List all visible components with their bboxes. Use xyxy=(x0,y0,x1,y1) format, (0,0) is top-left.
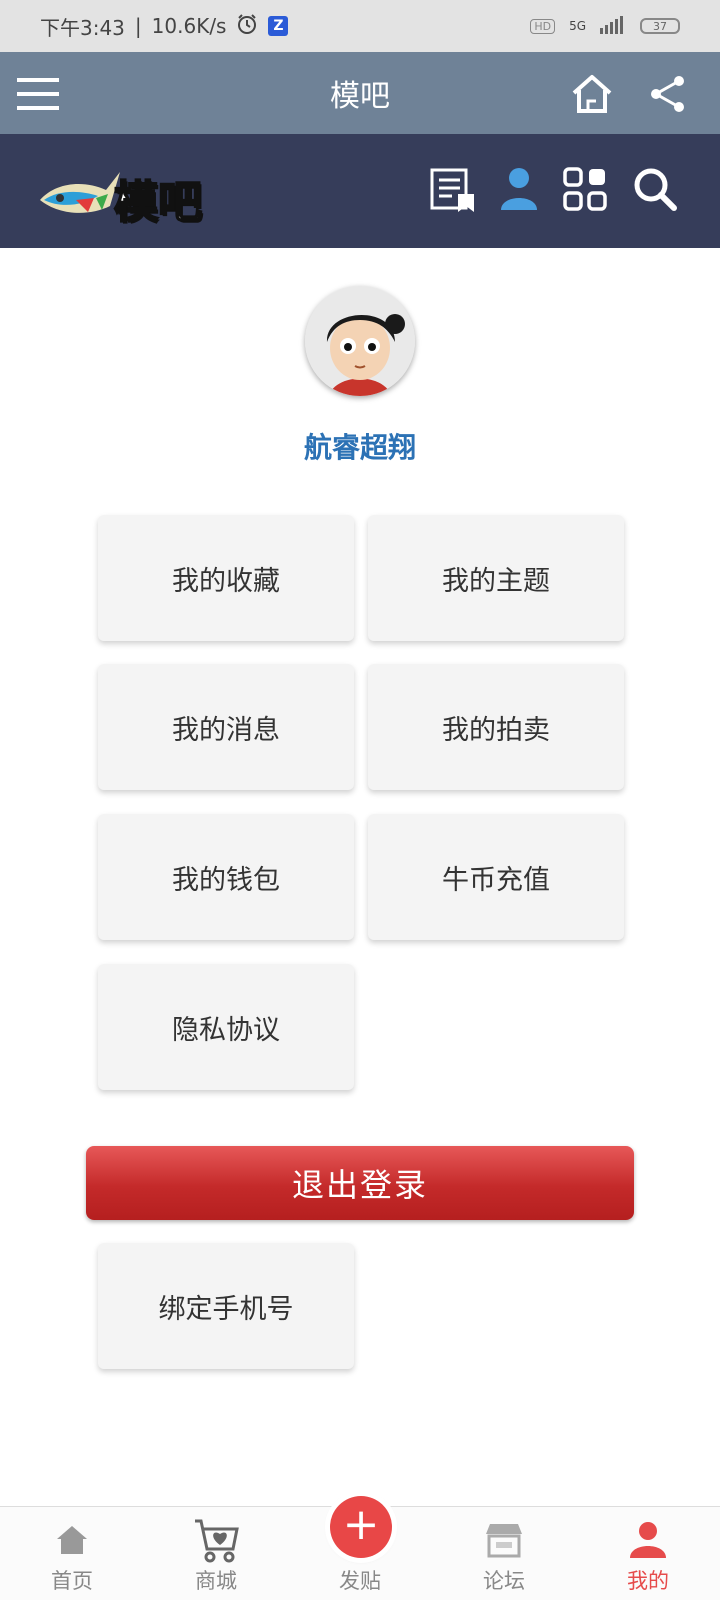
my-topics-button[interactable]: 我的主题 xyxy=(368,515,624,641)
my-auctions-button[interactable]: 我的拍卖 xyxy=(368,664,624,790)
tab-forum[interactable]: 论坛 xyxy=(432,1507,576,1601)
grid-icon[interactable] xyxy=(560,164,610,214)
app-notification-icon: Z xyxy=(268,16,289,36)
site-nav: 模吧 xyxy=(0,134,720,248)
network-label: 5G xyxy=(569,19,586,33)
signal-icon xyxy=(600,15,626,37)
logo-text: 模吧 xyxy=(113,176,203,229)
tab-home[interactable]: 首页 xyxy=(0,1507,144,1601)
bind-phone-button[interactable]: 绑定手机号 xyxy=(98,1243,354,1369)
tab-home-label: 首页 xyxy=(51,1569,93,1593)
tab-mall-label: 商城 xyxy=(195,1569,237,1593)
status-right: HD 5G 37 xyxy=(530,15,680,37)
my-favorites-button[interactable]: 我的收藏 xyxy=(98,515,354,641)
coin-recharge-button[interactable]: 牛币充值 xyxy=(368,814,624,940)
alarm-icon xyxy=(236,13,258,40)
privacy-policy-button[interactable]: 隐私协议 xyxy=(98,964,354,1090)
avatar[interactable] xyxy=(305,286,415,396)
hd-badge: HD xyxy=(530,18,556,34)
search-icon[interactable] xyxy=(630,164,680,214)
status-bar: 下午3:43 | 10.6K/s Z HD 5G 37 xyxy=(0,0,720,52)
tab-mine-label: 我的 xyxy=(627,1569,669,1593)
cart-icon xyxy=(193,1517,239,1563)
home-tab-icon xyxy=(55,1517,89,1563)
my-messages-button[interactable]: 我的消息 xyxy=(98,664,354,790)
user-icon[interactable] xyxy=(494,164,544,214)
tab-mine[interactable]: 我的 xyxy=(576,1507,720,1601)
store-icon xyxy=(484,1517,524,1563)
home-icon[interactable] xyxy=(570,72,614,116)
status-separator: | xyxy=(134,14,142,38)
app-header: 模吧 xyxy=(0,52,720,134)
tab-post-label: 发贴 xyxy=(339,1569,381,1593)
share-icon[interactable] xyxy=(646,72,690,116)
battery-icon: 37 xyxy=(640,18,680,34)
app-title: 模吧 xyxy=(330,79,390,114)
logout-button[interactable]: 退出登录 xyxy=(86,1146,634,1220)
site-logo[interactable]: 模吧 xyxy=(36,160,206,229)
username[interactable]: 航睿超翔 xyxy=(0,426,720,466)
status-left: 下午3:43 | 10.6K/s Z xyxy=(40,12,289,41)
post-plus-button[interactable]: + xyxy=(330,1496,392,1558)
status-speed: 10.6K/s xyxy=(151,14,227,38)
tab-forum-label: 论坛 xyxy=(483,1569,525,1593)
notes-icon[interactable] xyxy=(428,164,478,214)
my-wallet-button[interactable]: 我的钱包 xyxy=(98,814,354,940)
person-icon xyxy=(628,1517,668,1563)
tab-mall[interactable]: 商城 xyxy=(144,1507,288,1601)
hamburger-icon[interactable] xyxy=(16,72,60,116)
status-time: 下午3:43 xyxy=(40,15,125,40)
